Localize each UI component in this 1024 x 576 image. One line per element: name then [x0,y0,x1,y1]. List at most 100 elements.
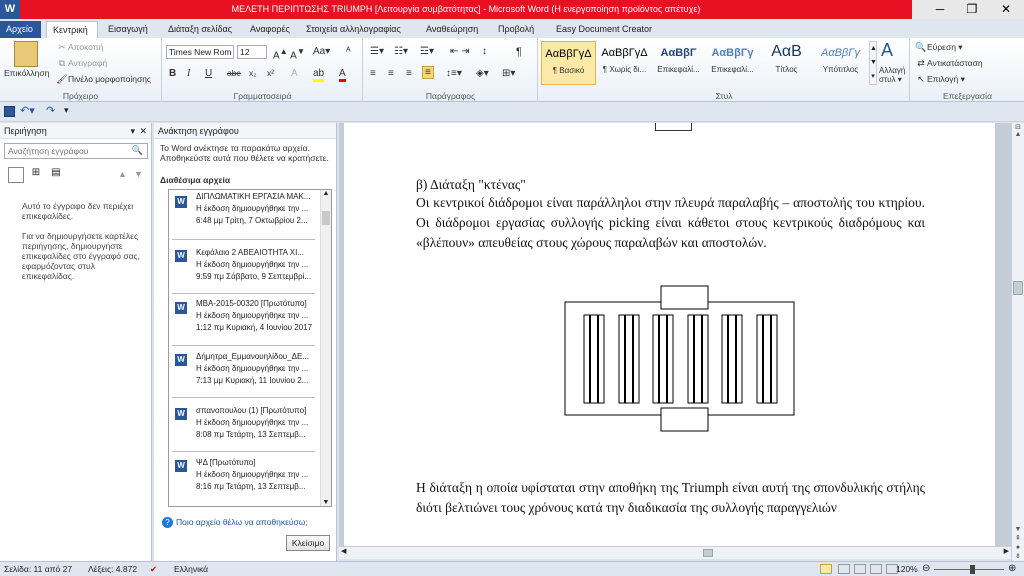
bold-button[interactable]: B [169,68,176,79]
underline-button[interactable]: U [205,68,212,79]
print-layout-view-icon[interactable] [820,564,832,574]
save-icon[interactable] [4,106,15,117]
scroll-thumb[interactable] [322,211,330,225]
clear-format-icon[interactable]: ᴬ [346,46,351,57]
recovered-file-item[interactable]: W ΔΙΠΛΩΜΑΤΙΚΗ ΕΡΓΑΣΙΑ ΜΑΚ... Η έκδοση δη… [172,190,315,240]
italic-button[interactable]: I [187,68,190,79]
h-scroll-thumb[interactable] [703,549,713,557]
word-app-icon[interactable]: W [0,0,20,19]
scroll-thumb[interactable] [1013,281,1023,295]
align-right-button[interactable]: ≡ [406,68,412,79]
style-subtitle[interactable]: ΑαΒβΓγ Υπότιτλος [813,41,868,85]
justify-button[interactable]: ≡ [422,66,434,79]
sort-button[interactable]: ↕ [482,46,487,57]
document-search-box[interactable]: 🔍 [4,143,148,159]
nav-pane-menu-icon[interactable]: ▾ [130,123,135,139]
browse-headings-tab[interactable] [8,167,24,183]
tab-mailings[interactable]: Στοιχεία αλληλογραφίας [300,21,407,38]
close-recovery-button[interactable]: Κλείσιμο [286,535,330,551]
shading-button[interactable]: ◈▾ [476,68,489,79]
tab-references[interactable]: Αναφορές [244,21,296,38]
scroll-right-icon[interactable]: ▶ [1004,547,1009,555]
font-name-combo[interactable]: Times New Rom [166,45,234,59]
align-center-button[interactable]: ≡ [388,68,394,79]
web-layout-view-icon[interactable] [854,564,866,574]
help-link[interactable]: ? Ποιο αρχείο θέλω να αποθηκεύσω; [162,517,308,528]
find-button[interactable]: Εύρεση ▾ [927,42,963,52]
ruler-toggle-icon[interactable]: ⊟ [1012,123,1024,131]
change-styles-button[interactable]: Αλλαγή στυλ ▾ [879,66,909,84]
browse-pages-tab[interactable]: ⊞ [28,167,44,183]
paste-button[interactable]: Επικόλληση [4,68,49,78]
nav-pane-close-icon[interactable]: ✕ [139,123,147,139]
indent-buttons[interactable]: ⇤ ⇥ [450,46,470,57]
tab-home[interactable]: Κεντρική [46,21,98,38]
redo-icon[interactable]: ↷ [46,104,55,117]
bullets-button[interactable]: ☰▾ [370,46,384,57]
text-effects-button[interactable]: A [291,68,298,79]
cut-button[interactable]: Αποκοπή [68,42,104,52]
scroll-up-icon[interactable]: ▲ [1012,131,1024,138]
document-search-input[interactable] [5,144,123,158]
proofing-icon[interactable]: ✔ [150,562,157,576]
zoom-in-icon[interactable]: ⊕ [1008,562,1016,576]
scroll-left-icon[interactable]: ◀ [341,547,346,555]
font-size-combo[interactable]: 12 [237,45,267,59]
help-link-text[interactable]: Ποιο αρχείο θέλω να αποθηκεύσω; [176,517,308,527]
horizontal-scrollbar[interactable]: ◀ ▶ [339,546,1011,559]
styles-scroll[interactable]: ▲ ▼ ▾ [869,41,877,85]
browse-results-tab[interactable]: ▤ [48,167,64,183]
previous-icon[interactable]: ▲ [118,169,127,179]
customize-qat-icon[interactable]: ▾ [64,105,69,116]
tab-review[interactable]: Αναθεώρηση [420,21,484,38]
change-styles-icon[interactable]: A [881,40,893,61]
close-window-button[interactable]: ✕ [990,0,1022,19]
style-normal[interactable]: ΑαΒβΓγΔ ¶ Βασικό [541,41,596,85]
tab-insert[interactable]: Εισαγωγή [102,21,154,38]
tab-file[interactable]: Αρχείο [0,21,41,38]
recovered-file-item[interactable]: W MBA-2015-00320 [Πρωτότυπο] Η έκδοση δη… [172,296,315,346]
replace-button[interactable]: Αντικατάσταση [927,58,983,68]
vertical-scrollbar[interactable]: ⊟ ▲ ▼ ⇞ ● ⇟ [1011,123,1024,561]
minimize-button[interactable]: ─ [924,0,956,19]
recovered-file-item[interactable]: W ΨΔ [Πρωτότυπο] Η έκδοση δημιουργήθηκε … [172,454,315,504]
paste-icon[interactable] [14,41,38,67]
borders-button[interactable]: ⊞▾ [502,68,515,79]
zoom-out-icon[interactable]: ⊖ [922,562,930,576]
next-icon[interactable]: ▼ [134,169,143,179]
align-left-button[interactable]: ≡ [370,68,376,79]
recovered-file-item[interactable]: W Δήμητρα_Εμμανουηλίδου_ΔΕ... Η έκδοση δ… [172,348,315,398]
line-spacing-button[interactable]: ↕≡▾ [446,68,462,79]
page-browse-icons[interactable]: ▼ ⇞ ● ⇟ [1012,525,1024,561]
tab-view[interactable]: Προβολή [492,21,540,38]
multilevel-list-button[interactable]: ☲▾ [420,46,434,57]
paragraph-1[interactable]: Οι κεντρικοί διάδρομοι είναι παράλληλοι … [416,193,925,253]
style-heading-1[interactable]: ΑαΒβΓ Επικεφαλί... [651,41,706,85]
superscript-button[interactable]: x² [267,68,274,78]
undo-icon[interactable]: ↶▾ [20,104,35,117]
highlight-button[interactable]: ab [313,68,325,82]
files-list-scrollbar[interactable]: ▲ ▼ [320,190,331,506]
language-status[interactable]: Ελληνικά [174,562,208,576]
search-icon[interactable]: 🔍 [132,145,143,156]
scroll-up-icon[interactable]: ▲ [321,190,331,197]
change-case-button[interactable]: Aa▾ [313,46,330,57]
page-count-status[interactable]: Σελίδα: 11 από 27 [4,562,72,576]
recovered-file-item[interactable]: W σπανοπουλου (1) [Πρωτότυπο] Η έκδοση δ… [172,402,315,452]
style-heading-2[interactable]: ΑαΒβΓγ Επικεφαλί... [705,41,760,85]
style-title[interactable]: ΑαΒ Τίτλος [759,41,814,85]
copy-button[interactable]: Αντιγραφή [68,58,107,68]
scroll-down-icon[interactable]: ▼ [321,499,331,506]
strikethrough-button[interactable]: abc [227,68,241,78]
grow-shrink-font-buttons[interactable]: A▲ A▼ [273,46,305,61]
select-button[interactable]: Επιλογή ▾ [927,74,965,84]
tab-easy-document-creator[interactable]: Easy Document Creator [550,21,658,38]
maximize-button[interactable]: ❐ [956,0,988,19]
format-painter-button[interactable]: Πινέλο μορφοποίησης [68,74,151,84]
font-color-button[interactable]: A [339,68,346,82]
full-screen-view-icon[interactable] [838,564,850,574]
numbering-button[interactable]: ☷▾ [394,46,408,57]
word-count-status[interactable]: Λέξεις: 4.872 [88,562,137,576]
zoom-level[interactable]: 120% [896,562,918,576]
zoom-slider-thumb[interactable] [970,565,975,574]
